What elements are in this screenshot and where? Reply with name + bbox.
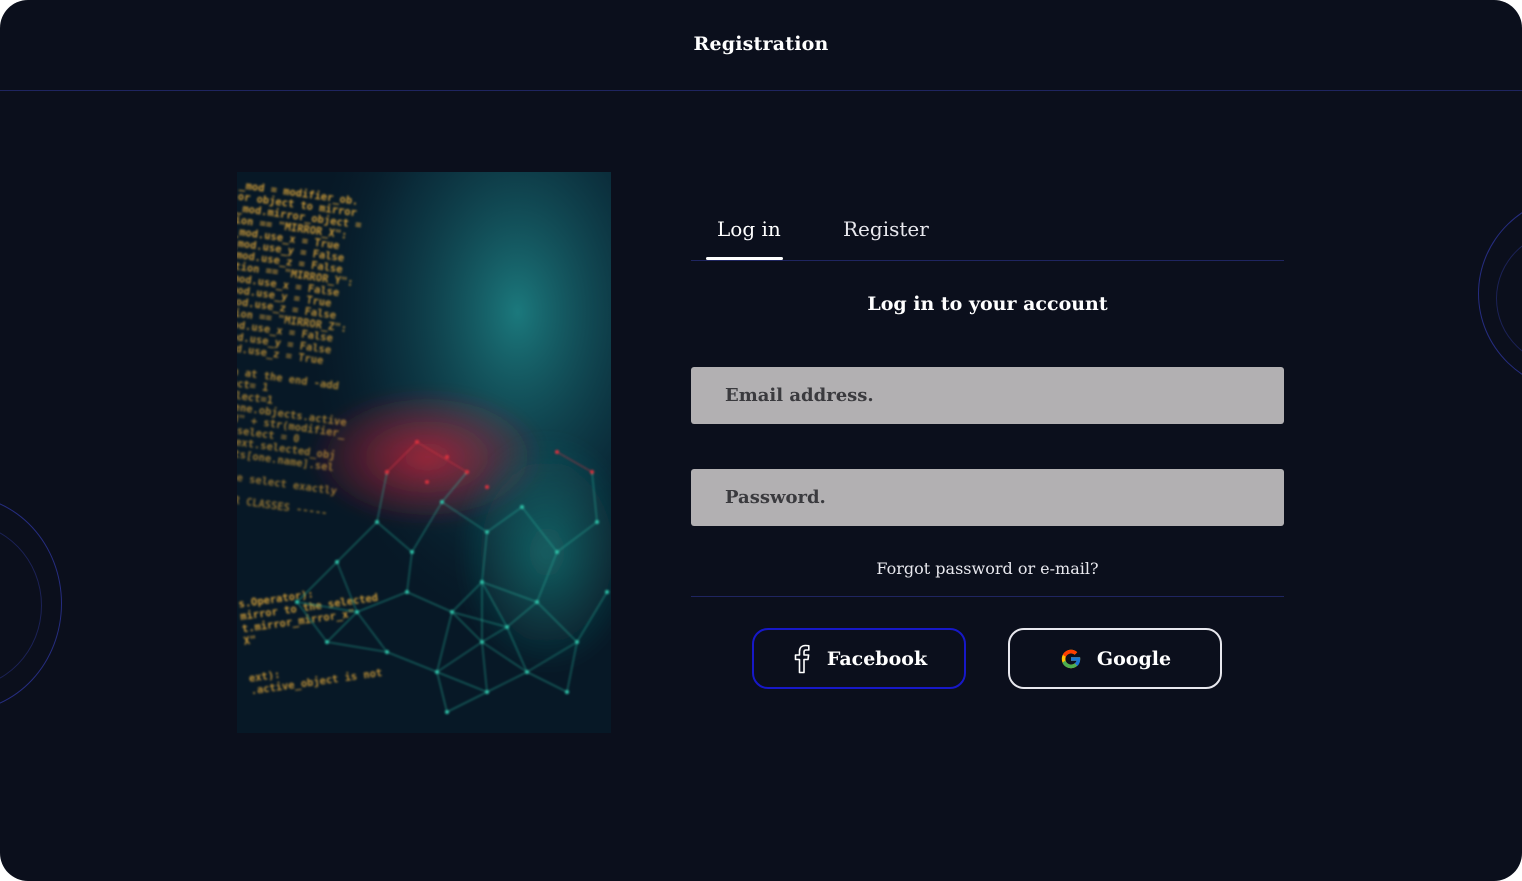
code-network-image: _mod = modifier_ob.or object to mirror_m… (237, 172, 611, 733)
code-line: X" (243, 634, 257, 648)
google-icon (1059, 647, 1083, 671)
tab-register[interactable]: Register (843, 217, 929, 241)
network-node (405, 590, 409, 594)
decorative-ring (0, 495, 62, 712)
password-field (691, 469, 1284, 526)
network-node (445, 455, 449, 459)
decorative-ring (1478, 195, 1522, 392)
network-node (385, 470, 389, 474)
forgot-password-link[interactable]: Forgot password or e-mail? (691, 559, 1284, 578)
facebook-button-label: Facebook (826, 647, 928, 670)
network-node (450, 610, 454, 614)
network-node (595, 520, 599, 524)
network-node (520, 505, 524, 509)
network-node (535, 600, 539, 604)
divider (691, 596, 1284, 597)
password-input[interactable] (723, 486, 1284, 509)
network-node (525, 670, 529, 674)
app-window: Registration _mod = modifier_ob. or obje… (0, 0, 1522, 881)
google-button-label: Google (1096, 647, 1172, 670)
decorative-ring (0, 522, 42, 689)
page-title: Registration (693, 33, 829, 55)
hero-image: _mod = modifier_ob. or object to mirror _m… (237, 172, 611, 733)
network-node (410, 550, 414, 554)
network-node (555, 550, 559, 554)
active-tab-indicator (706, 257, 783, 260)
network-node (485, 530, 489, 534)
network-node (435, 670, 439, 674)
tab-log-in[interactable]: Log in (717, 217, 781, 241)
network-node (335, 560, 339, 564)
email-field (691, 367, 1284, 424)
auth-tabs: Log in Register (691, 200, 1284, 261)
network-node (465, 470, 469, 474)
form-heading: Log in to your account (867, 293, 1108, 315)
facebook-icon (791, 643, 813, 675)
network-node (445, 710, 449, 714)
network-node (575, 640, 579, 644)
network-node (505, 625, 509, 629)
network-node (480, 580, 484, 584)
network-node (385, 650, 389, 654)
network-node (605, 590, 609, 594)
network-node (480, 640, 484, 644)
google-login-button[interactable]: Google (1008, 628, 1222, 689)
network-node (355, 610, 359, 614)
network-node (485, 485, 489, 489)
network-node (375, 520, 379, 524)
network-node (440, 500, 444, 504)
network-node (485, 690, 489, 694)
email-input[interactable] (723, 384, 1284, 407)
network-node (425, 480, 429, 484)
network-node (295, 600, 299, 604)
network-node (325, 640, 329, 644)
network-node (565, 690, 569, 694)
facebook-login-button[interactable]: Facebook (752, 628, 966, 689)
network-node (590, 470, 594, 474)
network-node (555, 450, 559, 454)
decorative-ring (1496, 230, 1522, 367)
top-bar: Registration (0, 0, 1522, 91)
network-node (415, 440, 419, 444)
